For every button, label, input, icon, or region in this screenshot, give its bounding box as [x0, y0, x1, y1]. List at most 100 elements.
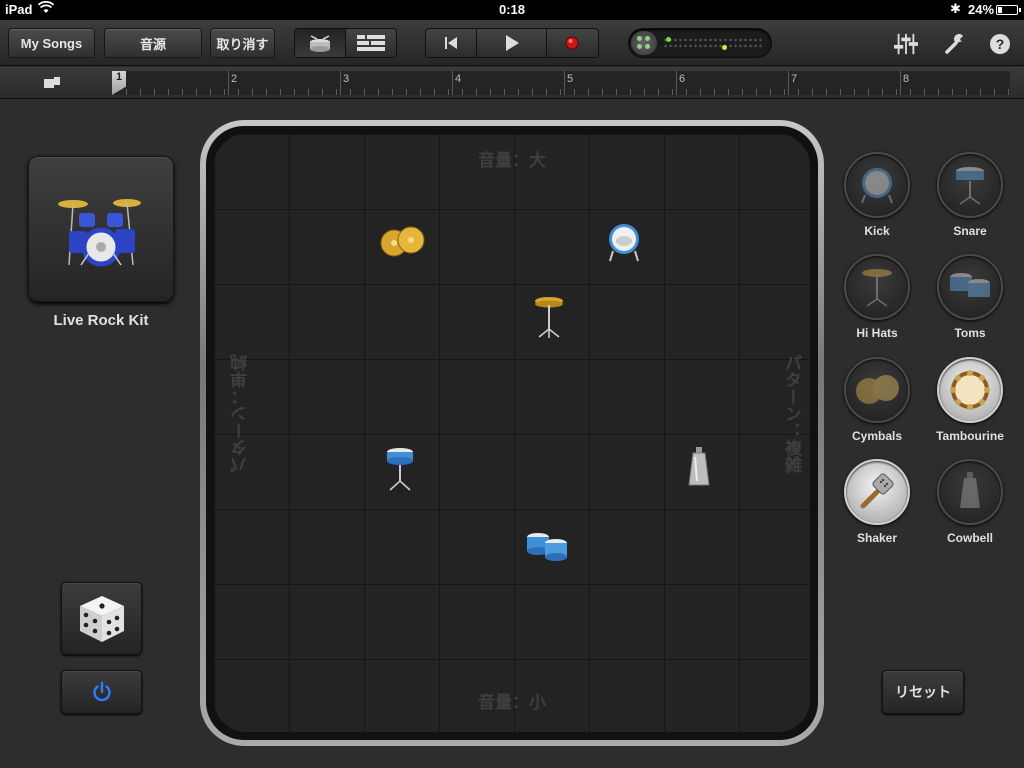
pad-toms[interactable] — [524, 530, 570, 564]
instruments-button[interactable]: 音源 — [104, 28, 202, 58]
play-button[interactable] — [477, 29, 547, 57]
toms-icon — [950, 273, 990, 297]
dice-icon — [79, 595, 124, 642]
clock: 0:18 — [498, 2, 526, 17]
shaker-toggle[interactable] — [844, 459, 910, 525]
timeline-ruler[interactable]: 2 3 4 5 6 7 8 1 — [0, 67, 1024, 99]
kick-toggle[interactable] — [844, 152, 910, 218]
battery-percent: 24% — [968, 2, 995, 17]
snare-drum-icon — [956, 167, 984, 205]
pad-cowbell[interactable] — [686, 446, 712, 490]
shaker-icon — [860, 473, 894, 509]
play-icon — [505, 35, 519, 51]
ruler-bar-line — [340, 71, 341, 95]
cowbell-label: Cowbell — [946, 531, 993, 545]
mixer-button[interactable] — [894, 32, 918, 56]
cowbell-icon — [688, 447, 710, 486]
drummer-area: Live Rock Kit 音量：大 音量：小 パターン：単純 パターン：複雑 — [0, 100, 1024, 768]
pad-label-loud: 音量：大 — [478, 151, 546, 170]
power-icon — [92, 681, 111, 702]
drum-kit-icon — [58, 199, 141, 267]
toms-toggle[interactable] — [937, 254, 1003, 320]
kick-drum-icon — [609, 224, 639, 262]
ruler-bar-number: 3 — [343, 73, 350, 85]
record-button[interactable] — [546, 29, 598, 57]
kick-drum-icon — [861, 168, 893, 204]
meter-led-green — [666, 37, 671, 42]
rewind-icon — [445, 37, 458, 49]
bluetooth-icon: ✱ — [950, 1, 961, 16]
svg-text:?: ? — [996, 36, 1005, 52]
ruler-bar-number: 5 — [567, 73, 574, 85]
xy-pad[interactable]: 音量：大 音量：小 パターン：単純 パターン：複雑 — [214, 134, 810, 732]
ruler-track[interactable] — [112, 71, 1010, 95]
go-to-beginning-button[interactable] — [426, 29, 478, 57]
instrument-shaker[interactable]: Shaker — [837, 459, 917, 545]
tracks-view-button[interactable] — [345, 29, 396, 57]
snare-label: Snare — [953, 224, 987, 238]
ruler-bar-number: 2 — [231, 73, 238, 85]
ruler-bar-line — [452, 71, 453, 95]
xy-pad-bezel: 音量：大 音量：小 パターン：単純 パターン：複雑 — [206, 126, 818, 740]
ruler-bar-number: 8 — [903, 73, 910, 85]
toms-icon — [527, 533, 567, 561]
metronome-knob[interactable] — [631, 31, 657, 55]
instrument-kick[interactable]: Kick — [837, 152, 917, 238]
tambourine-label: Tambourine — [936, 429, 1004, 443]
undo-button[interactable]: 取り消す — [210, 28, 275, 58]
pad-snare[interactable] — [384, 446, 416, 492]
hihat-icon — [862, 269, 892, 307]
hihats-label: Hi Hats — [856, 326, 898, 340]
snare-drum-icon — [387, 448, 413, 491]
instrument-toms[interactable]: Toms — [930, 254, 1010, 340]
tracks-view-icon — [356, 35, 385, 51]
meter-dots — [663, 37, 763, 49]
toms-label: Toms — [954, 326, 986, 340]
pad-label-complex: パターン：複雑 — [782, 354, 801, 473]
hihats-toggle[interactable] — [844, 254, 910, 320]
ruler-bar-line — [228, 71, 229, 95]
tambourine-toggle[interactable] — [937, 357, 1003, 423]
toolbar: My Songs 音源 取り消す ? — [0, 20, 1024, 66]
power-button[interactable] — [61, 670, 142, 714]
pad-cymbals[interactable] — [376, 224, 428, 260]
instrument-snare[interactable]: Snare — [930, 152, 1010, 238]
cowbell-icon — [960, 472, 980, 508]
pad-label-simple: パターン：単純 — [231, 354, 250, 473]
meter-led-yellow — [722, 45, 727, 50]
instrument-tambourine[interactable]: Tambourine — [930, 357, 1010, 443]
ruler-bar-line — [788, 71, 789, 95]
ruler-bar-number: 4 — [455, 73, 462, 85]
loop-region-icon[interactable] — [42, 76, 62, 90]
hihat-icon — [535, 297, 563, 338]
randomize-button[interactable] — [61, 582, 142, 655]
instrument-cymbals[interactable]: Cymbals — [837, 357, 917, 443]
instrument-view-button[interactable] — [295, 29, 346, 57]
record-icon — [565, 36, 579, 50]
status-bar: iPad 0:18 ✱ 24% — [0, 0, 1024, 20]
my-songs-button[interactable]: My Songs — [8, 28, 95, 58]
pad-hihat[interactable] — [532, 294, 566, 340]
pad-kick[interactable] — [606, 220, 642, 264]
shaker-label: Shaker — [856, 531, 898, 545]
ruler-bar-number: 7 — [791, 73, 798, 85]
cymbals-label: Cymbals — [851, 429, 903, 443]
cowbell-toggle[interactable] — [937, 459, 1003, 525]
battery-icon — [996, 5, 1021, 15]
ruler-bar-line — [676, 71, 677, 95]
ruler-bar-number: 6 — [679, 73, 686, 85]
help-button[interactable]: ? — [988, 32, 1012, 56]
reset-button[interactable]: リセット — [882, 670, 964, 714]
playhead-bar-label: 1 — [116, 71, 123, 83]
instrument-hihats[interactable]: Hi Hats — [837, 254, 917, 340]
kit-selector[interactable] — [28, 156, 174, 302]
pad-label-soft: 音量：小 — [478, 693, 546, 712]
cymbals-icon — [856, 375, 899, 404]
settings-button[interactable] — [943, 32, 967, 56]
snare-toggle[interactable] — [937, 152, 1003, 218]
view-toggle — [294, 28, 397, 58]
cymbals-toggle[interactable] — [844, 357, 910, 423]
instrument-cowbell[interactable]: Cowbell — [930, 459, 1010, 545]
wrench-icon — [945, 34, 963, 54]
transport-controls — [425, 28, 599, 58]
